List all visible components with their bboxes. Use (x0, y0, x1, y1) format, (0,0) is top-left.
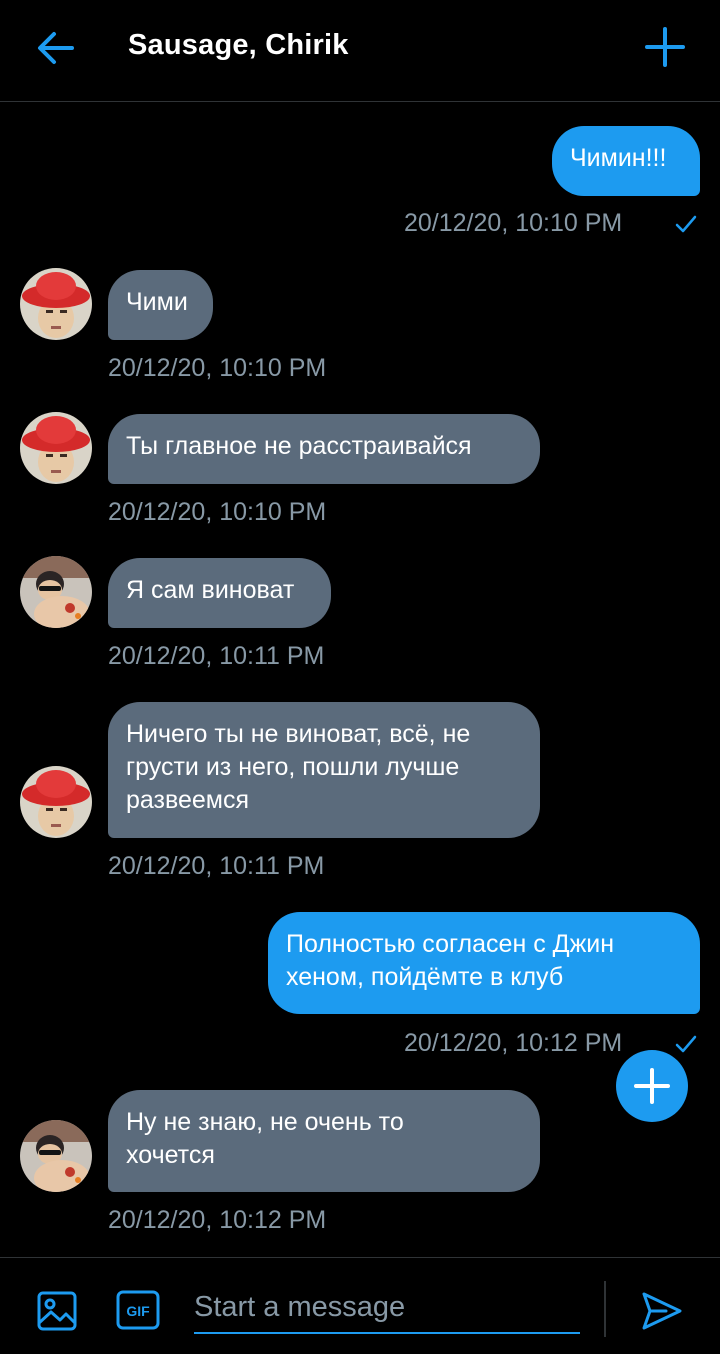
message-bubble-incoming[interactable]: Ну не знаю, не очень то хочется (108, 1090, 540, 1192)
message-timestamp: 20/12/20, 10:10 PM (404, 209, 623, 237)
avatar-sunglasses-image (20, 556, 92, 628)
image-icon (37, 1291, 77, 1331)
add-gif-button[interactable]: GIF (116, 1290, 160, 1330)
composer-divider (604, 1281, 606, 1337)
gif-label: GIF (126, 1303, 150, 1319)
message-timestamp: 20/12/20, 10:12 PM (404, 1029, 623, 1057)
message-bubble-incoming[interactable]: Ты главное не расстраивайся (108, 414, 540, 484)
add-media-button[interactable] (36, 1290, 78, 1332)
message-timestamp: 20/12/20, 10:11 PM (108, 642, 325, 670)
read-check-icon (675, 215, 697, 233)
avatar-red-hat[interactable] (20, 766, 92, 838)
send-button[interactable] (640, 1290, 684, 1332)
message-bubble-outgoing[interactable]: Полностью согласен с Джин хеном, пойдёмт… (268, 912, 700, 1014)
avatar-red-hat[interactable] (20, 268, 92, 340)
avatar-sunglasses-image (20, 1120, 92, 1192)
avatar-red-hat-image (20, 412, 92, 484)
message-bubble-outgoing[interactable]: Чимин!!! (552, 126, 700, 196)
message-bubble-incoming[interactable]: Чими (108, 270, 213, 340)
avatar-red-hat[interactable] (20, 412, 92, 484)
back-button[interactable] (32, 26, 80, 70)
arrow-left-icon (38, 32, 74, 64)
message-bubble-incoming[interactable]: Ничего ты не виноват, всё, не грусти из … (108, 702, 540, 838)
message-input[interactable] (194, 1288, 580, 1334)
message-bubble-incoming[interactable]: Я сам виноват (108, 558, 331, 628)
gif-icon: GIF (116, 1290, 160, 1330)
avatar-red-hat-image (20, 268, 92, 340)
conversation-header: Sausage, Chirik (0, 0, 720, 102)
add-people-button[interactable] (642, 24, 688, 70)
send-icon (642, 1292, 682, 1330)
plus-icon (634, 1068, 670, 1104)
conversation-title[interactable]: Sausage, Chirik (128, 29, 349, 62)
avatar-sunglasses[interactable] (20, 1120, 92, 1192)
plus-icon (645, 27, 685, 67)
message-timestamp: 20/12/20, 10:10 PM (108, 498, 327, 526)
message-timestamp: 20/12/20, 10:10 PM (108, 354, 327, 382)
avatar-sunglasses[interactable] (20, 556, 92, 628)
message-timestamp: 20/12/20, 10:12 PM (108, 1206, 327, 1234)
message-timestamp: 20/12/20, 10:11 PM (108, 852, 325, 880)
floating-add-button[interactable] (616, 1050, 688, 1122)
avatar-red-hat-image (20, 766, 92, 838)
